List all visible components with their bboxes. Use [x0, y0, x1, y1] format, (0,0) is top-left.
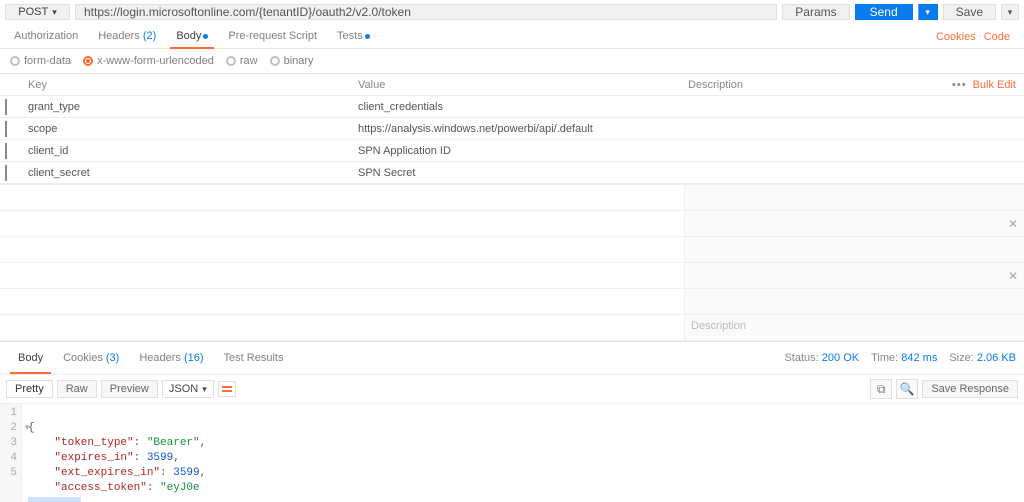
- send-dropdown[interactable]: ▾: [918, 4, 938, 20]
- url-input[interactable]: https://login.microsoftonline.com/{tenan…: [75, 4, 777, 20]
- fold-icon[interactable]: ▾: [25, 421, 30, 436]
- view-pretty[interactable]: Pretty: [6, 380, 53, 398]
- kv-value[interactable]: SPN Application ID: [354, 141, 684, 161]
- chevron-down-icon: ▾: [1008, 7, 1013, 18]
- params-button[interactable]: Params: [782, 4, 849, 20]
- response-body[interactable]: 12345 6 ▾{ "token_type": "Bearer", "expi…: [0, 404, 1024, 502]
- line-gutter: 12345 6: [0, 404, 22, 502]
- kv-desc[interactable]: [684, 125, 1024, 133]
- save-button[interactable]: Save: [943, 4, 996, 20]
- kv-header-key: Key: [24, 79, 354, 91]
- kv-key[interactable]: client_id: [24, 141, 354, 161]
- resp-tab-body[interactable]: Body: [8, 348, 53, 368]
- kv-key[interactable]: client_secret: [24, 163, 354, 183]
- bulk-edit-link[interactable]: Bulk Edit: [973, 79, 1016, 91]
- format-select[interactable]: JSON▾: [162, 380, 214, 398]
- chevron-down-icon: ▾: [925, 7, 930, 18]
- kv-key[interactable]: scope: [24, 119, 354, 139]
- save-response-button[interactable]: Save Response: [922, 380, 1018, 398]
- kv-value[interactable]: client_credentials: [354, 97, 684, 117]
- kv-header-description: Description: [688, 79, 743, 91]
- kv-desc[interactable]: [684, 103, 1024, 111]
- search-icon[interactable]: 🔍: [896, 379, 918, 399]
- time-label: Time: 842 ms: [871, 352, 937, 364]
- row-checkbox[interactable]: [5, 121, 7, 137]
- body-type-binary[interactable]: binary: [270, 55, 314, 67]
- placeholder-description: Description: [684, 315, 1024, 340]
- radio-icon: [10, 56, 20, 66]
- kv-desc[interactable]: [684, 169, 1024, 177]
- more-icon[interactable]: •••: [952, 79, 967, 91]
- wrap-lines-icon[interactable]: [218, 381, 236, 397]
- send-button[interactable]: Send: [855, 4, 913, 20]
- table-row[interactable]: grant_type client_credentials: [0, 96, 1024, 118]
- view-raw[interactable]: Raw: [57, 380, 97, 398]
- kv-key[interactable]: grant_type: [24, 97, 354, 117]
- unsaved-dot-icon: [365, 34, 370, 39]
- url-text: https://login.microsoftonline.com/{tenan…: [84, 5, 411, 19]
- unsaved-dot-icon: [203, 34, 208, 39]
- resp-tab-tests[interactable]: Test Results: [214, 348, 294, 368]
- close-icon[interactable]: ✕: [1008, 269, 1018, 279]
- body-type-form-data[interactable]: form-data: [10, 55, 71, 67]
- kv-value[interactable]: https://analysis.windows.net/powerbi/api…: [354, 119, 684, 139]
- kv-desc[interactable]: [684, 147, 1024, 155]
- code-link[interactable]: Code: [984, 31, 1010, 43]
- http-method-dropdown[interactable]: POST ▾: [5, 4, 70, 20]
- tab-pre-request[interactable]: Pre-request Script: [218, 30, 327, 48]
- size-label: Size: 2.06 KB: [949, 352, 1016, 364]
- resp-tab-headers[interactable]: Headers (16): [129, 348, 213, 368]
- copy-icon[interactable]: ⧉: [870, 379, 892, 399]
- chevron-down-icon: ▾: [202, 384, 207, 395]
- row-checkbox[interactable]: [5, 165, 7, 181]
- kv-header-value: Value: [354, 79, 684, 91]
- http-method-label: POST: [18, 6, 48, 18]
- tab-authorization[interactable]: Authorization: [4, 30, 88, 48]
- status-label: Status: 200 OK: [784, 352, 859, 364]
- resp-tab-cookies[interactable]: Cookies (3): [53, 348, 129, 368]
- table-row[interactable]: client_id SPN Application ID: [0, 140, 1024, 162]
- table-row[interactable]: scope https://analysis.windows.net/power…: [0, 118, 1024, 140]
- body-type-raw[interactable]: raw: [226, 55, 258, 67]
- radio-icon: [83, 56, 93, 66]
- table-row[interactable]: client_secret SPN Secret: [0, 162, 1024, 184]
- tab-tests[interactable]: Tests: [327, 30, 380, 48]
- tab-headers[interactable]: Headers (2): [88, 30, 166, 48]
- close-icon[interactable]: ✕: [1008, 217, 1018, 227]
- row-checkbox[interactable]: [5, 99, 7, 115]
- body-type-urlencoded[interactable]: x-www-form-urlencoded: [83, 55, 214, 67]
- cookies-link[interactable]: Cookies: [936, 31, 976, 43]
- save-dropdown[interactable]: ▾: [1001, 4, 1019, 20]
- row-checkbox[interactable]: [5, 143, 7, 159]
- tab-body[interactable]: Body: [166, 30, 218, 48]
- view-preview[interactable]: Preview: [101, 380, 158, 398]
- radio-icon: [270, 56, 280, 66]
- kv-value[interactable]: SPN Secret: [354, 163, 684, 183]
- chevron-down-icon: ▾: [52, 7, 57, 18]
- radio-icon: [226, 56, 236, 66]
